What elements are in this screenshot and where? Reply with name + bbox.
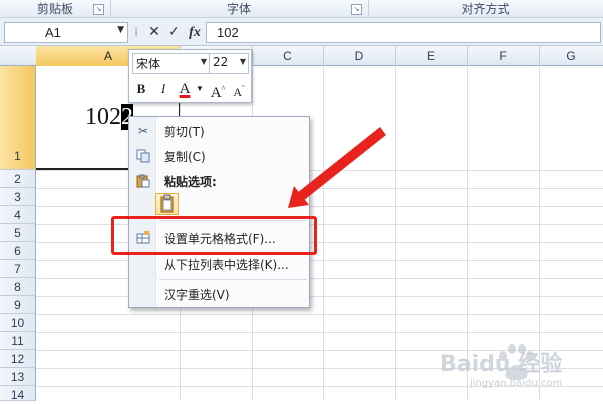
row-header-4[interactable]: 4 — [0, 206, 36, 224]
menu-separator — [159, 279, 307, 280]
font-group-text: 字体 — [226, 2, 251, 16]
dialog-launcher-icon[interactable]: ↘ — [93, 4, 104, 15]
menu-item-hanzi-reconversion[interactable]: 汉字重选(V) — [129, 283, 309, 305]
menu-item-label: 复制(C) — [164, 150, 206, 164]
formula-input[interactable]: 102 — [206, 22, 601, 43]
grid-line — [36, 278, 603, 279]
select-all-corner[interactable] — [0, 46, 37, 66]
row-header-13[interactable]: 13 — [0, 368, 36, 386]
row-header-7[interactable]: 7 — [0, 260, 36, 278]
cancel-entry-button[interactable]: ✕ — [145, 22, 163, 43]
cell-text: 1022 — [85, 104, 133, 131]
chevron-down-icon[interactable]: ▼ — [240, 57, 246, 66]
bold-button[interactable]: B — [133, 79, 149, 99]
grid-line — [36, 314, 603, 315]
clipboard-icon — [160, 194, 174, 213]
row-header-9[interactable]: 9 — [0, 296, 36, 314]
menu-item-label: 粘贴选项: — [164, 175, 217, 189]
chevron-down-icon[interactable]: ▼ — [117, 25, 124, 35]
grow-font-button[interactable]: A^ — [209, 79, 227, 101]
italic-button[interactable]: I — [155, 79, 171, 99]
shrink-font-button[interactable]: Aˇ — [230, 79, 248, 99]
grip-icon: ⁞ — [134, 25, 138, 39]
watermark-url: jingyan.baidu.com — [470, 378, 563, 389]
cell-text-unselected: 102 — [85, 104, 121, 130]
row-header-14[interactable]: 14 — [0, 386, 36, 402]
name-box-value: A1 — [45, 25, 61, 40]
menu-item-label: 剪切(T) — [164, 125, 205, 139]
menu-item-copy[interactable]: 复制(C) — [129, 145, 309, 167]
font-name-value: 宋体 — [136, 57, 161, 71]
baidu-watermark: Baidu 经验 jingyan.baidu.com — [440, 330, 600, 398]
grow-font-label: A — [210, 85, 222, 101]
grid-line — [36, 170, 603, 171]
clipboard-group-label: 剪贴板 ↘ — [0, 0, 111, 18]
menu-item-pick-from-list[interactable]: 从下拉列表中选择(K)... — [129, 253, 309, 275]
insert-function-button[interactable]: fx — [185, 22, 205, 43]
copy-icon — [136, 149, 150, 163]
menu-item-paste-options: 粘贴选项: — [129, 170, 309, 192]
row-header-6[interactable]: 6 — [0, 242, 36, 260]
menu-item-label: 汉字重选(V) — [164, 288, 230, 302]
row-header-11[interactable]: 11 — [0, 332, 36, 350]
row-header-1[interactable]: 1 — [0, 66, 36, 170]
column-header-row: A B C D E F G — [0, 46, 603, 66]
caret-up-icon: ^ — [221, 84, 226, 93]
grid-line — [36, 206, 603, 207]
column-header-d[interactable]: D — [323, 46, 396, 66]
alignment-group-label: 对齐方式 — [368, 0, 603, 18]
font-size-combo[interactable]: 22 ▼ — [209, 53, 249, 74]
formula-buttons: ⁞ ✕ ✓ fx — [131, 22, 205, 43]
font-color-button[interactable]: A — [177, 79, 193, 99]
font-size-value: 22 — [213, 55, 229, 69]
dialog-launcher-icon[interactable]: ↘ — [351, 4, 362, 15]
mini-toolbar: 宋体 ▼ 22 ▼ B I A ▼ A^ Aˇ — [128, 49, 252, 103]
menu-item-label: 从下拉列表中选择(K)... — [164, 258, 289, 272]
shrink-font-label: A — [233, 85, 242, 99]
formula-text: 102 — [217, 25, 239, 40]
alignment-group-text: 对齐方式 — [461, 2, 510, 16]
enter-button[interactable]: ✓ — [165, 22, 183, 43]
row-header-5[interactable]: 5 — [0, 224, 36, 242]
font-name-combo[interactable]: 宋体 ▼ — [132, 53, 210, 74]
row-header-2[interactable]: 2 — [0, 170, 36, 188]
menu-item-cut[interactable]: ✂ 剪切(T) — [129, 120, 309, 142]
row-header-12[interactable]: 12 — [0, 350, 36, 368]
chevron-down-icon[interactable]: ▼ — [201, 57, 207, 66]
caret-down-icon: ˇ — [242, 84, 245, 93]
column-header-e[interactable]: E — [395, 46, 468, 66]
scissors-icon: ✂ — [137, 124, 149, 138]
column-header-g[interactable]: G — [539, 46, 603, 66]
grid-line — [36, 260, 603, 261]
paste-option-button[interactable] — [155, 193, 179, 215]
column-header-f[interactable]: F — [467, 46, 540, 66]
clipboard-group-text: 剪贴板 — [36, 2, 73, 16]
font-group-label: 字体 ↘ — [110, 0, 369, 18]
row-header-10[interactable]: 10 — [0, 314, 36, 332]
grid-line — [36, 188, 603, 189]
row-header-3[interactable]: 3 — [0, 188, 36, 206]
column-header-c[interactable]: C — [252, 46, 324, 66]
ribbon-group-bar: 剪贴板 ↘ 字体 ↘ 对齐方式 — [0, 0, 603, 18]
formula-bar: A1 ▼ ⁞ ✕ ✓ fx 102 — [0, 18, 603, 46]
row-header-8[interactable]: 8 — [0, 278, 36, 296]
highlight-box — [111, 216, 317, 255]
chevron-down-icon[interactable]: ▼ — [196, 79, 204, 99]
arrow-shaft — [297, 127, 386, 201]
grid-line — [36, 296, 603, 297]
paste-icon — [136, 174, 150, 188]
watermark-text: Baidu 经验 — [440, 352, 563, 377]
name-box[interactable]: A1 ▼ — [4, 22, 128, 43]
